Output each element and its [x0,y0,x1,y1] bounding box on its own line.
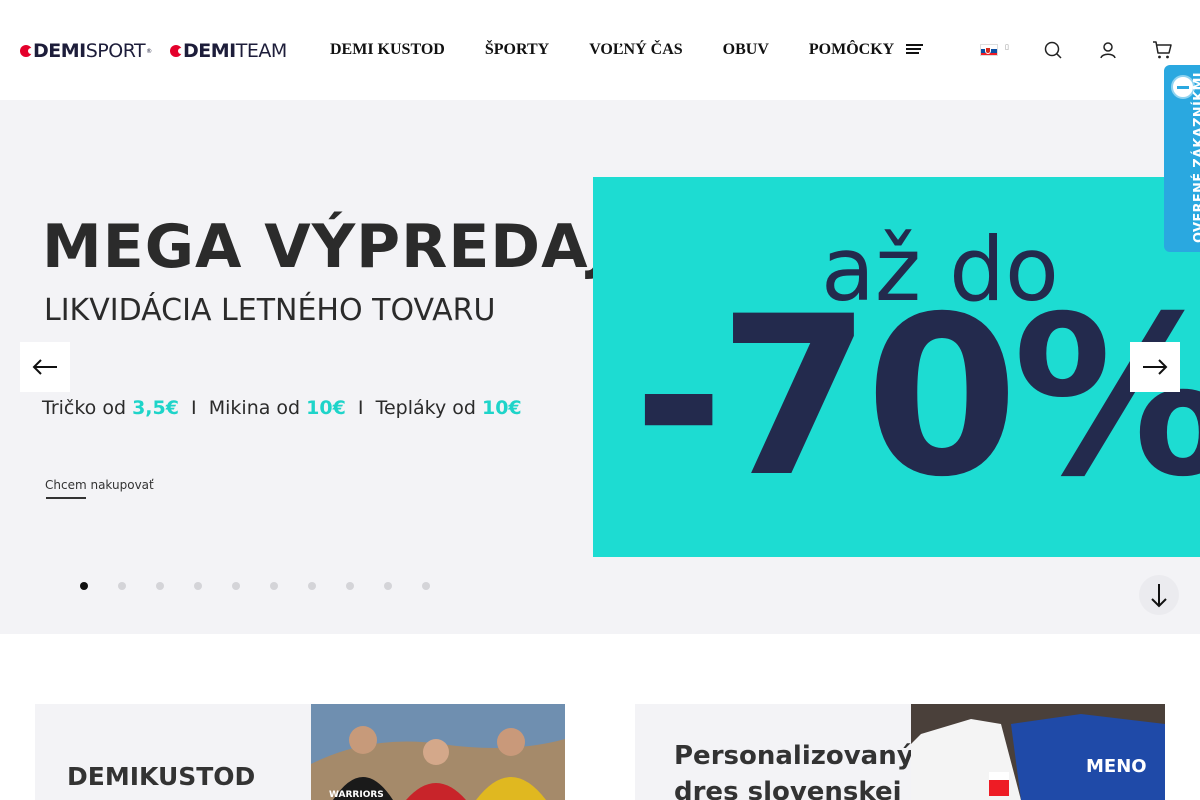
price-label-tricko: Tričko od [42,397,133,419]
slider-dot[interactable] [118,582,126,590]
arrow-down-icon [1151,584,1167,608]
promo-banner[interactable]: až do -70% [593,177,1200,557]
arrow-right-icon [1143,359,1168,375]
price-separator: I [345,397,376,419]
main-nav: DEMI KUSTOD ŠPORTY VOĽNÝ ČAS OBUV POMÔCK… [330,40,894,60]
category-card-personalized-jersey[interactable]: Personalizovaný dres slovenskej MENO [635,704,1165,800]
logo-dot-icon [20,45,34,57]
hero-subtitle: LIKVIDÁCIA LETNÉHO TOVARU [44,293,496,328]
card-title: Personalizovaný dres slovenskej [674,741,914,800]
user-icon[interactable] [1098,40,1118,60]
price-value-mikina: 10€ [306,397,346,419]
language-caret-icon[interactable]: ▯ [1005,43,1009,51]
badge-text: OVERENÉ ZÁKAZNÍKMI [1192,72,1200,243]
price-value-teplaky: 10€ [481,397,522,419]
menu-icon[interactable] [906,44,924,56]
nav-item-pomocky[interactable]: POMÔCKY [809,40,894,60]
slider-dots [80,582,460,590]
hero-slider: MEGA VÝPREDAJ LIKVIDÁCIA LETNÉHO TOVARU … [0,100,1200,634]
slider-dot[interactable] [232,582,240,590]
hero-title: MEGA VÝPREDAJ [42,212,612,282]
slider-prev-button[interactable] [20,342,70,392]
price-value-tricko: 3,5€ [132,397,179,419]
hero-prices: Tričko od 3,5€ I Mikina od 10€ I Tepláky… [42,396,522,420]
logo-dot-icon [170,45,184,57]
arrow-left-icon [32,359,57,375]
verified-customers-badge[interactable]: OVERENÉ ZÁKAZNÍKMI [1164,65,1200,252]
registered-mark: ® [146,47,152,55]
slider-dot[interactable] [346,582,354,590]
site-header: DEMI SPORT ® DEMI TEAM DEMI KUSTOD ŠPORT… [0,0,1200,100]
slider-dot[interactable] [308,582,316,590]
image-text: WARRIORS [329,790,384,800]
cart-icon[interactable] [1152,40,1172,60]
slider-dot[interactable] [80,582,88,590]
demisport-logo[interactable]: DEMI SPORT ® [20,40,152,62]
nav-item-sporty[interactable]: ŠPORTY [485,40,549,60]
logo-demiteam-thin: TEAM [235,40,288,62]
promo-discount: -70% [633,269,1200,525]
logo-demiteam-bold: DEMI [183,40,236,62]
slider-dot[interactable] [422,582,430,590]
slider-dot[interactable] [384,582,392,590]
logo-demisport-thin: SPORT [85,40,146,62]
nav-item-obuv[interactable]: OBUV [723,40,769,60]
jersey-photo [911,704,1165,800]
card-image: WARRIORS [311,704,565,800]
nav-item-volny-cas[interactable]: VOĽNÝ ČAS [589,40,682,60]
slovak-flag-icon[interactable] [980,44,998,56]
price-label-mikina: Mikina od [208,397,307,419]
price-label-teplaky: Tepláky od [375,397,482,419]
category-card-demikustod[interactable]: DEMIKUSTOD WARRIORS [35,704,565,800]
shop-now-link[interactable]: Chcem nakupovať [45,478,154,492]
card-title: DEMIKUSTOD [67,762,256,791]
price-separator: I [178,397,209,419]
card-image: MENO [911,704,1165,800]
slider-dot[interactable] [194,582,202,590]
logo-demisport-bold: DEMI [33,40,86,62]
demiteam-logo[interactable]: DEMI TEAM [170,40,287,62]
search-icon[interactable] [1043,40,1063,60]
image-text: MENO [1086,756,1147,777]
cta-underline [46,497,86,499]
scroll-down-button[interactable] [1139,575,1179,615]
slider-next-button[interactable] [1130,342,1180,392]
nav-item-demi-kustod[interactable]: DEMI KUSTOD [330,40,445,60]
people-photo [311,704,565,800]
slider-dot[interactable] [270,582,278,590]
slider-dot[interactable] [156,582,164,590]
